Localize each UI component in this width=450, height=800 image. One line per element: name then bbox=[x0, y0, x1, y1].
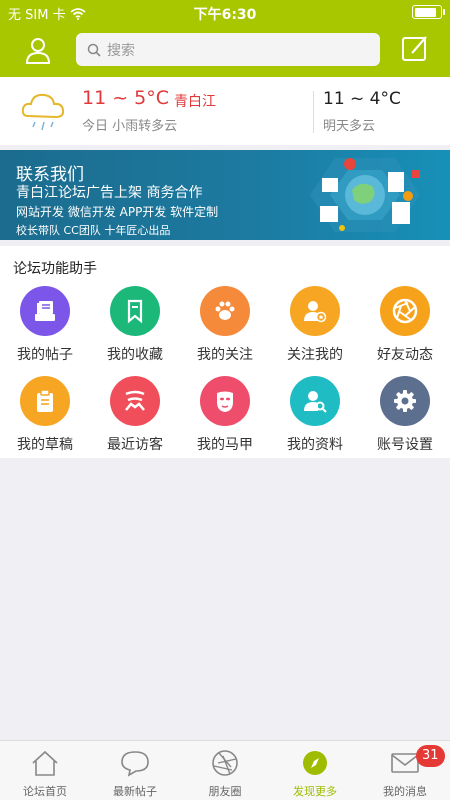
gear-icon bbox=[394, 390, 416, 412]
today-temperature: 11 ~ 5°C bbox=[82, 87, 170, 109]
banner-services: 网站开发 微信开发 APP开发 软件定制 bbox=[16, 205, 219, 219]
paw-icon bbox=[215, 301, 235, 320]
tomorrow-forecast: 明天多云 bbox=[323, 119, 376, 134]
compose-icon[interactable] bbox=[400, 34, 430, 64]
tab-label: 论坛首页 bbox=[23, 785, 67, 798]
feature-icon-bg bbox=[20, 376, 70, 426]
tab-label: 最新帖子 bbox=[113, 785, 157, 798]
feature-my-following[interactable]: 我的关注 bbox=[180, 286, 270, 376]
promo-banner[interactable]: 联系我们 青白江论坛广告上架 商务合作 网站开发 微信开发 APP开发 软件定制… bbox=[0, 150, 450, 240]
feature-label: 关注我的 bbox=[287, 347, 343, 363]
feature-label: 我的马甲 bbox=[197, 437, 253, 453]
weather-divider bbox=[313, 91, 314, 133]
banner-illustration bbox=[310, 158, 420, 232]
tomorrow-temperature: 11 ~ 4°C bbox=[323, 89, 401, 109]
clipboard-icon bbox=[37, 389, 53, 412]
feature-label: 好友动态 bbox=[377, 347, 433, 363]
feature-label: 我的收藏 bbox=[107, 347, 163, 363]
feature-icon-bg bbox=[110, 376, 160, 426]
weather-card[interactable]: 11 ~ 5°C 青白江 今日 小雨转多云 11 ~ 4°C 明天多云 bbox=[0, 77, 450, 145]
tab-forum-home[interactable]: 论坛首页 bbox=[0, 741, 90, 800]
feature-label: 我的草稿 bbox=[17, 437, 73, 453]
tab-moments[interactable]: 朋友圈 bbox=[180, 741, 270, 800]
mask-icon bbox=[217, 391, 233, 412]
user-icon[interactable] bbox=[22, 34, 54, 66]
banner-subtitle: 青白江论坛广告上架 商务合作 bbox=[16, 185, 203, 201]
feature-icon-bg bbox=[380, 286, 430, 336]
light-rain-cloud-icon bbox=[21, 93, 65, 131]
follower-icon bbox=[304, 301, 327, 323]
feature-icon-bg bbox=[200, 376, 250, 426]
feature-icon-bg bbox=[380, 376, 430, 426]
banner-tagline: 校长带队 CC团队 十年匠心出品 bbox=[16, 224, 171, 237]
search-icon bbox=[87, 43, 101, 57]
tab-my-messages[interactable]: 31 我的消息 bbox=[360, 741, 450, 800]
weather-city: 青白江 bbox=[174, 94, 216, 110]
feature-label: 账号设置 bbox=[377, 437, 433, 453]
home-icon bbox=[32, 750, 58, 776]
tab-latest-posts[interactable]: 最新帖子 bbox=[90, 741, 180, 800]
status-time: 下午6:30 bbox=[193, 7, 257, 23]
feature-icon-bg bbox=[200, 286, 250, 336]
today-forecast: 今日 小雨转多云 bbox=[82, 119, 178, 134]
compass-icon bbox=[303, 751, 327, 775]
feature-icon-bg bbox=[20, 286, 70, 336]
feature-label: 我的关注 bbox=[197, 347, 253, 363]
bookmark-icon bbox=[127, 299, 143, 324]
battery-icon bbox=[412, 5, 445, 19]
post-icon bbox=[35, 301, 55, 321]
bottom-tab-bar: 论坛首页 最新帖子 朋友圈 发现更多 31 我的消息 bbox=[0, 740, 450, 800]
tab-discover-more[interactable]: 发现更多 bbox=[270, 741, 360, 800]
profile-search-icon bbox=[304, 391, 327, 413]
messages-badge: 31 bbox=[416, 745, 445, 767]
top-header: 无 SIM 卡 下午6:30 搜索 bbox=[0, 0, 450, 77]
feature-recent-visitors[interactable]: 最近访客 bbox=[90, 376, 180, 466]
feature-my-posts[interactable]: 我的帖子 bbox=[0, 286, 90, 376]
feature-label: 我的资料 bbox=[287, 437, 343, 453]
status-bar: 无 SIM 卡 下午6:30 bbox=[0, 0, 450, 24]
tab-label: 朋友圈 bbox=[208, 785, 242, 798]
feature-my-favorites[interactable]: 我的收藏 bbox=[90, 286, 180, 376]
feature-icon-bg bbox=[290, 376, 340, 426]
tab-label: 我的消息 bbox=[383, 785, 427, 798]
feature-friend-activity[interactable]: 好友动态 bbox=[360, 286, 450, 376]
feature-label: 最近访客 bbox=[107, 437, 163, 453]
feature-icon-bg bbox=[110, 286, 160, 336]
tab-label: 发现更多 bbox=[293, 785, 337, 798]
aperture-icon bbox=[212, 750, 238, 776]
shutter-icon bbox=[392, 298, 418, 324]
feature-followers[interactable]: 关注我的 bbox=[270, 286, 360, 376]
feature-label: 我的帖子 bbox=[17, 347, 73, 363]
feature-account-settings[interactable]: 账号设置 bbox=[360, 376, 450, 466]
feature-icon-bg bbox=[290, 286, 340, 336]
search-input[interactable]: 搜索 bbox=[76, 33, 380, 66]
feature-panel: 论坛功能助手 我的帖子 我的收藏 我的关注 关注我的 好友动态 我的草稿 最近访… bbox=[0, 246, 450, 458]
visitor-icon bbox=[125, 390, 145, 411]
feature-my-drafts[interactable]: 我的草稿 bbox=[0, 376, 90, 466]
battery-fill bbox=[414, 7, 436, 17]
feature-panel-title: 论坛功能助手 bbox=[13, 261, 97, 277]
feature-my-alts[interactable]: 我的马甲 bbox=[180, 376, 270, 466]
search-placeholder: 搜索 bbox=[107, 42, 135, 59]
chat-bubble-icon bbox=[121, 751, 149, 777]
feature-my-profile[interactable]: 我的资料 bbox=[270, 376, 360, 466]
